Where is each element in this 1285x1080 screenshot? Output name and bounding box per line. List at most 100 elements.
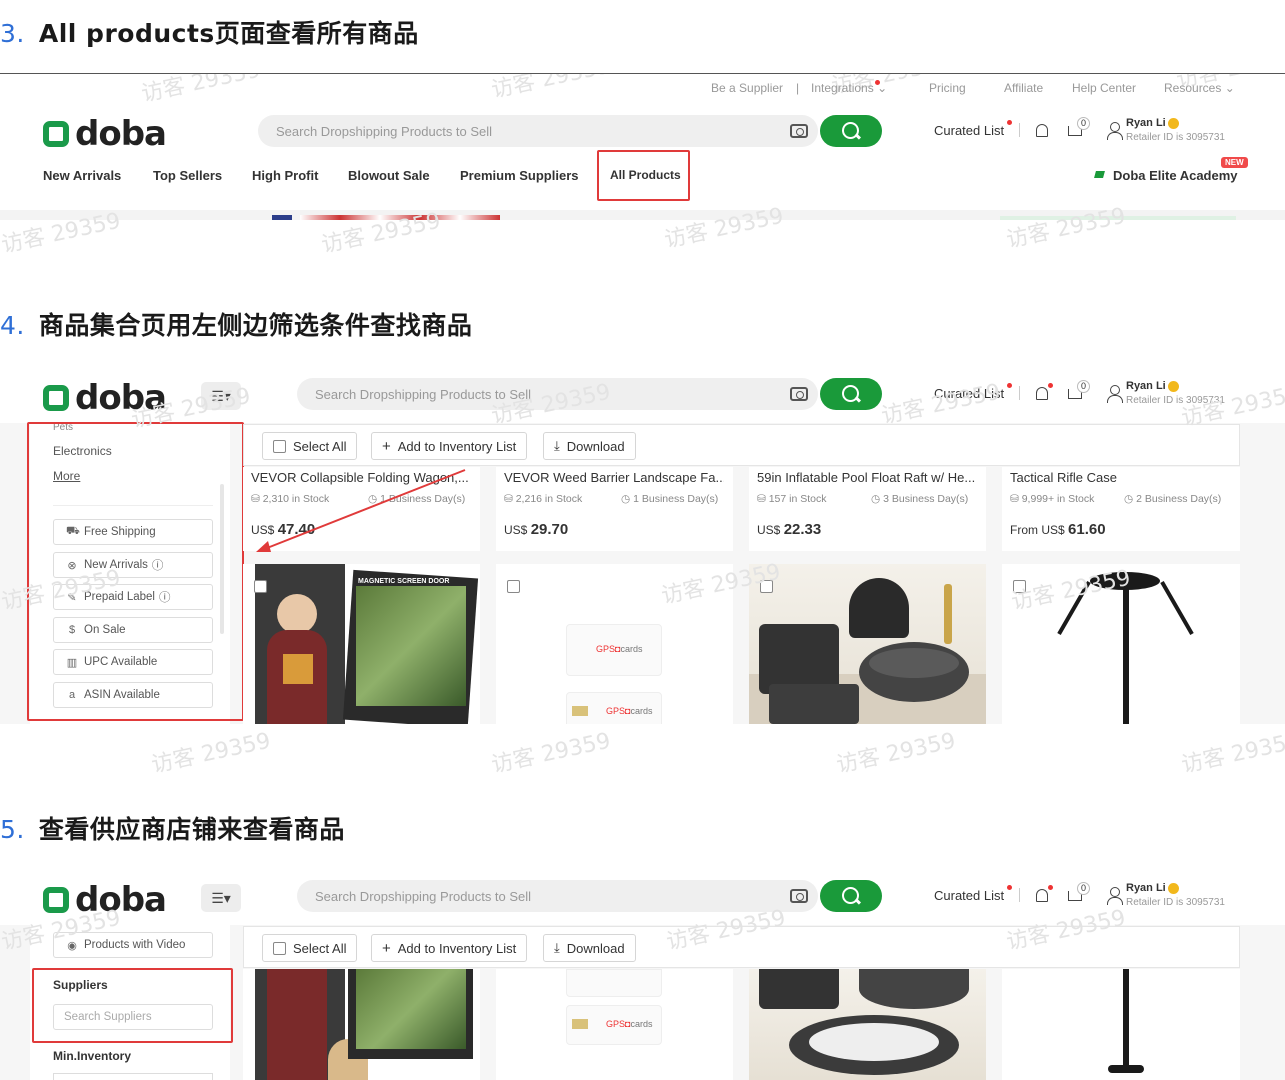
add-inventory-label: Add to Inventory List	[397, 438, 517, 454]
select-all-button[interactable]: Select All	[262, 934, 358, 962]
camera-icon[interactable]	[790, 387, 808, 401]
download-label: Download	[566, 438, 625, 454]
product-image[interactable]: GPS◘cards GPS◘cards	[496, 564, 733, 724]
product-image[interactable]	[1002, 564, 1240, 724]
nav-premium-suppliers[interactable]: Premium Suppliers	[460, 168, 578, 183]
nav-blowout-sale[interactable]: Blowout Sale	[348, 168, 430, 183]
checkbox[interactable]	[273, 941, 286, 955]
checkbox[interactable]	[273, 439, 286, 453]
nav-high-profit[interactable]: High Profit	[252, 168, 318, 183]
nav-elite-academy[interactable]: Doba Elite Academy	[1113, 168, 1238, 183]
filter-products-with-video[interactable]: ◉ Products with Video	[53, 932, 213, 958]
product-checkbox[interactable]	[1013, 580, 1026, 593]
min-inventory-input[interactable]	[53, 1073, 213, 1080]
doba-logo[interactable]: doba	[43, 378, 167, 418]
product-checkbox[interactable]	[254, 580, 267, 593]
doba-logo[interactable]: doba	[43, 114, 167, 154]
doba-logo[interactable]: doba	[43, 880, 167, 920]
notification-dot	[875, 80, 880, 85]
product-image[interactable]	[749, 969, 986, 1080]
highlight-box	[27, 422, 244, 721]
bell-icon[interactable]	[1036, 889, 1048, 902]
product-checkbox[interactable]	[760, 580, 773, 593]
download-button[interactable]: ⤓ Download	[543, 934, 636, 962]
search-input[interactable]: Search Dropshipping Products to Sell	[297, 378, 818, 410]
search-button[interactable]	[820, 378, 882, 410]
screenshot-supplier-store: doba ☰▾ Search Dropshipping Products to …	[0, 868, 1285, 1080]
be-a-supplier-link[interactable]: Be a Supplier	[711, 81, 783, 95]
filter-label: Products with Video	[84, 939, 186, 951]
product-image[interactable]	[1002, 969, 1240, 1080]
product-price: US$ 22.33	[757, 521, 821, 538]
banner-fragment	[300, 215, 500, 220]
add-inventory-button[interactable]: + Add to Inventory List	[371, 934, 528, 962]
watermark: 访客 29359	[489, 728, 613, 779]
shipping-info: ◷ 3 Business Day(s)	[871, 493, 968, 505]
pricing-link[interactable]: Pricing	[929, 81, 966, 95]
search-button[interactable]	[820, 880, 882, 912]
add-inventory-button[interactable]: + Add to Inventory List	[371, 432, 528, 460]
product-checkbox[interactable]	[507, 580, 520, 593]
menu-icon: ☰▾	[211, 387, 231, 404]
user-name[interactable]: Ryan Li	[1126, 380, 1166, 392]
cart-count-badge: 0	[1077, 117, 1091, 130]
heading-text: All products页面查看所有商品	[38, 19, 419, 48]
user-icon[interactable]	[1107, 122, 1123, 140]
heading-text: 查看供应商店铺来查看商品	[38, 815, 345, 844]
warehouse-icon: ⛁	[1010, 493, 1022, 505]
highlight-box	[597, 150, 690, 201]
clock-icon: ◷	[1124, 493, 1137, 505]
gps-brand-suffix: cards	[620, 644, 643, 654]
screenshot-all-products: 访客 29359 访客 29359 访客 29359 访客 29359 Be a…	[0, 73, 1285, 220]
select-all-label: Select All	[293, 438, 347, 454]
banner-fragment	[1000, 216, 1236, 220]
user-icon[interactable]	[1107, 385, 1123, 403]
search-input[interactable]: Search Dropshipping Products to Sell	[297, 880, 818, 912]
camera-icon[interactable]	[790, 124, 808, 138]
select-all-button[interactable]: Select All	[262, 432, 358, 460]
curated-list-link[interactable]: Curated List	[934, 123, 1004, 138]
user-icon[interactable]	[1107, 887, 1123, 905]
category-menu-button[interactable]: ☰▾	[201, 382, 241, 410]
price-value: 29.70	[530, 521, 569, 538]
category-menu-button[interactable]: ☰▾	[201, 884, 241, 912]
download-label: Download	[566, 940, 625, 956]
stock-info: ⛁ 2,216 in Stock	[504, 493, 582, 505]
product-image[interactable]	[749, 564, 986, 724]
heading-number: 4.	[0, 311, 25, 340]
banner-fragment	[272, 215, 292, 220]
chevron-down-icon: ⌄	[1224, 81, 1235, 95]
min-inventory-title: Min.Inventory	[53, 1049, 132, 1063]
help-center-link[interactable]: Help Center	[1072, 81, 1136, 95]
search-input[interactable]: Search Dropshipping Products to Sell	[258, 115, 818, 147]
affiliate-link[interactable]: Affiliate	[1004, 81, 1043, 95]
product-title[interactable]: 59in Inflatable Pool Float Raft w/ He...	[757, 470, 977, 485]
download-button[interactable]: ⤓ Download	[543, 432, 636, 460]
resources-link[interactable]: Resources ⌄	[1164, 81, 1235, 95]
product-image[interactable]: GPS◘cards	[496, 969, 733, 1080]
curated-list-link[interactable]: Curated List	[934, 888, 1004, 903]
bell-icon[interactable]	[1036, 387, 1048, 400]
highlight-box	[32, 968, 233, 1043]
nav-new-arrivals[interactable]: New Arrivals	[43, 168, 121, 183]
product-image[interactable]: MAGNETIC SCREEN DOOR	[243, 564, 480, 724]
camera-icon[interactable]	[790, 889, 808, 903]
curated-list-link[interactable]: Curated List	[934, 386, 1004, 401]
nav-top-sellers[interactable]: Top Sellers	[153, 168, 222, 183]
screenshot-collection-filters: doba ☰▾ Search Dropshipping Products to …	[0, 366, 1285, 724]
product-title[interactable]: Tactical Rifle Case	[1010, 470, 1230, 485]
price-value: 22.33	[783, 521, 822, 538]
product-title[interactable]: VEVOR Weed Barrier Landscape Fa...	[504, 470, 724, 485]
search-button[interactable]	[820, 115, 882, 147]
shipping-info: ◷ 2 Business Day(s)	[1124, 493, 1221, 505]
logo-mark-icon	[43, 887, 69, 913]
download-icon: ⤓	[554, 940, 560, 955]
price-prefix: US$	[504, 523, 528, 537]
product-image[interactable]	[243, 969, 480, 1080]
plus-icon: +	[382, 939, 391, 957]
user-name[interactable]: Ryan Li	[1126, 882, 1166, 894]
user-name[interactable]: Ryan Li	[1126, 117, 1166, 129]
stock-label: 2,216 in Stock	[515, 493, 583, 505]
bell-icon[interactable]	[1036, 124, 1048, 137]
gps-brand-suffix: cards	[630, 1019, 653, 1029]
